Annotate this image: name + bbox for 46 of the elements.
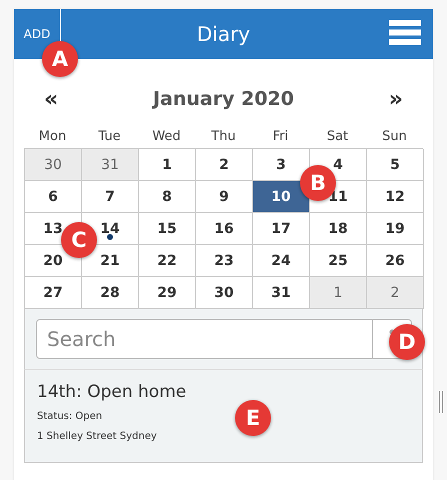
weekday-label: Sun bbox=[381, 128, 408, 144]
day-cell[interactable]: 2 bbox=[367, 277, 424, 309]
day-cell[interactable]: 24 bbox=[253, 245, 310, 277]
day-cell[interactable]: 8 bbox=[139, 181, 196, 213]
day-cell[interactable]: 19 bbox=[367, 213, 424, 245]
day-cell[interactable]: 30 bbox=[196, 277, 253, 309]
day-cell[interactable]: 5 bbox=[367, 149, 424, 181]
day-cell[interactable]: 18 bbox=[310, 213, 367, 245]
weekday-label: Sat bbox=[326, 128, 350, 144]
event-address: 1 Shelley Street Sydney bbox=[37, 431, 157, 442]
weekday-label: Fri bbox=[272, 128, 290, 144]
day-cell[interactable]: 31 bbox=[253, 277, 310, 309]
day-cell[interactable]: 9 bbox=[196, 181, 253, 213]
day-cell[interactable]: 27 bbox=[25, 277, 82, 309]
day-cell[interactable]: 1 bbox=[310, 277, 367, 309]
weekday-label: Thu bbox=[210, 128, 237, 144]
day-cell[interactable]: 29 bbox=[139, 277, 196, 309]
day-cell[interactable]: 22 bbox=[139, 245, 196, 277]
day-cell[interactable]: 25 bbox=[310, 245, 367, 277]
day-cell[interactable]: 2 bbox=[196, 149, 253, 181]
day-cell[interactable]: 12 bbox=[367, 181, 424, 213]
previous-month-button[interactable]: « bbox=[44, 86, 58, 112]
event-status: Status: Open bbox=[37, 411, 102, 422]
next-month-button[interactable]: » bbox=[388, 86, 403, 112]
day-cell[interactable]: 1 bbox=[139, 149, 196, 181]
event-title: 14th: Open home bbox=[37, 382, 188, 402]
header-title: Diary bbox=[196, 22, 252, 46]
day-cell[interactable]: 7 bbox=[82, 181, 139, 213]
day-cell[interactable]: 28 bbox=[82, 277, 139, 309]
month-title: January 2020 bbox=[152, 88, 294, 110]
day-cell[interactable]: 23 bbox=[196, 245, 253, 277]
day-cell[interactable]: 16 bbox=[196, 213, 253, 245]
search-field[interactable]: Search bbox=[36, 319, 373, 359]
day-cell[interactable]: 6 bbox=[25, 181, 82, 213]
day-cell[interactable]: 26 bbox=[367, 245, 424, 277]
day-cell[interactable]: 10 bbox=[253, 181, 310, 213]
weekday-label: Mon bbox=[38, 128, 68, 144]
day-cell[interactable]: 3 bbox=[253, 149, 310, 181]
weekday-label: Wed bbox=[151, 128, 182, 144]
day-cell[interactable]: 17 bbox=[253, 213, 310, 245]
day-cell[interactable]: 15 bbox=[139, 213, 196, 245]
day-cell[interactable]: 30 bbox=[25, 149, 82, 181]
resize-handle[interactable] bbox=[439, 391, 443, 413]
day-cell[interactable]: 31 bbox=[82, 149, 139, 181]
weekday-label: Tue bbox=[97, 128, 122, 144]
menu-icon[interactable] bbox=[389, 20, 421, 45]
